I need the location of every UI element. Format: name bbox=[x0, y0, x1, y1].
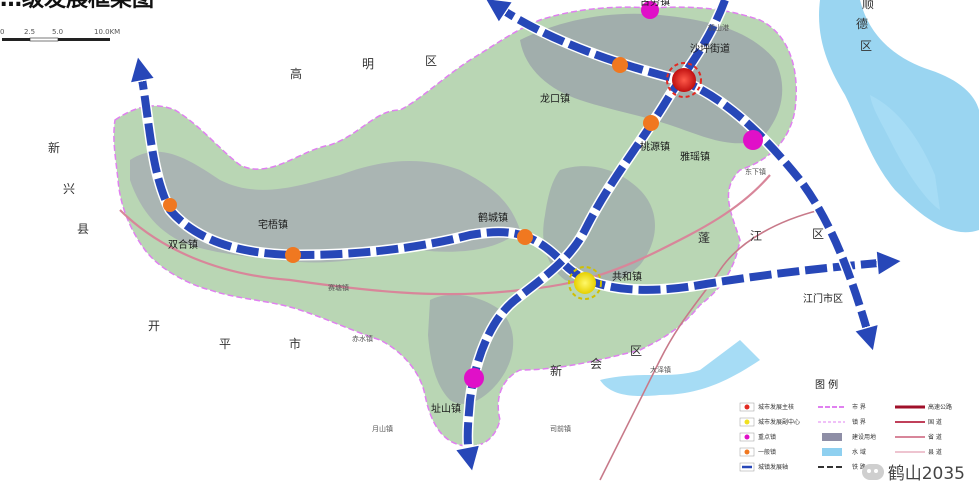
scale-tick-0: 0 bbox=[0, 28, 4, 36]
legend-county-road: 县 道 bbox=[928, 448, 942, 456]
legend-provincial-road: 省 道 bbox=[928, 433, 942, 441]
watermark: 鹤山2035 bbox=[861, 459, 965, 484]
legend-key-town: 重点镇 bbox=[758, 433, 776, 441]
region-shunde-2: 德 bbox=[856, 16, 868, 31]
legend-general-town: 一般镇 bbox=[758, 448, 776, 456]
general-town-marker-longkou bbox=[612, 57, 628, 73]
legend-built-land: 建设用地 bbox=[852, 433, 876, 441]
legend-town-boundary: 镇 界 bbox=[852, 418, 866, 426]
region-gaoming-2: 明 bbox=[362, 57, 374, 71]
region-pengjiang-1: 蓬 bbox=[698, 231, 710, 245]
region-xinhui-1: 新 bbox=[550, 363, 562, 378]
region-xinxing-1: 新 bbox=[48, 140, 60, 155]
map-stage: …级发展框架图 0 2.5 5.0 10.0KM 高 明 区 新 兴 县 开 bbox=[0, 0, 979, 494]
town-label-zhishan: 址山镇 bbox=[431, 402, 461, 415]
general-town-marker-shuanghe bbox=[163, 198, 177, 212]
town-label-baijiao: 赛塘镇 bbox=[328, 283, 349, 292]
legend-sub-center: 城市发展副中心 bbox=[758, 418, 800, 426]
general-town-marker-hecheng bbox=[517, 229, 533, 245]
town-label-longkou: 龙口镇 bbox=[540, 92, 570, 105]
town-label-yueshan: 月山镇 bbox=[372, 424, 393, 433]
scale-tick-2: 5.0 bbox=[52, 28, 63, 36]
region-xinxing-2: 兴 bbox=[63, 182, 75, 196]
legend-city-boundary: 市 界 bbox=[852, 403, 866, 411]
region-kaiping-3: 市 bbox=[289, 336, 301, 351]
region-shunde-3: 区 bbox=[860, 39, 872, 53]
region-xinhui-3: 区 bbox=[630, 344, 642, 358]
region-pengjiang-3: 区 bbox=[812, 227, 824, 241]
scale-tick-1: 2.5 bbox=[24, 28, 35, 36]
legend-main-core: 城市发展主核 bbox=[758, 403, 794, 411]
town-label-shuanghe: 双合镇 bbox=[168, 238, 198, 251]
town-label-hecheng: 鹤城镇 bbox=[478, 211, 508, 224]
wechat-icon bbox=[861, 463, 884, 480]
region-gaoming-3: 区 bbox=[425, 54, 437, 68]
region-kaiping-1: 开 bbox=[148, 319, 160, 333]
general-town-marker-zhaitan bbox=[285, 247, 301, 263]
legend-title: 图 例 bbox=[815, 378, 838, 391]
town-label-heshan-port: 鹤山港 bbox=[708, 23, 729, 32]
town-label-dongfeng: 东下镇 bbox=[745, 167, 766, 176]
town-label-chishui: 赤水镇 bbox=[352, 334, 373, 343]
legend-expressway: 高速公路 bbox=[928, 403, 952, 411]
planning-map: …级发展框架图 0 2.5 5.0 10.0KM 高 明 区 新 兴 县 开 bbox=[0, 0, 979, 491]
key-town-marker-zhishan bbox=[464, 368, 484, 388]
map-title: …级发展框架图 bbox=[0, 0, 154, 12]
town-label-gulao: 古劳镇 bbox=[640, 0, 670, 8]
region-xinxing-3: 县 bbox=[77, 222, 89, 236]
region-xinhui-2: 会 bbox=[590, 357, 602, 371]
town-label-dazhe: 大泽镇 bbox=[650, 365, 671, 374]
legend-axis: 城镇发展轴 bbox=[758, 463, 788, 471]
legend-national-road: 国 道 bbox=[928, 418, 942, 426]
key-town-marker-yayao bbox=[743, 130, 763, 150]
town-label-gonghe: 共和镇 bbox=[612, 270, 642, 283]
region-shunde-1: 顺 bbox=[862, 0, 874, 11]
river-water bbox=[819, 0, 979, 233]
town-label-shaping: 沙坪街道 bbox=[690, 42, 730, 55]
region-gaoming-1: 高 bbox=[290, 66, 302, 81]
scale-bar: 0 2.5 5.0 10.0KM bbox=[0, 28, 120, 42]
scale-tick-3: 10.0KM bbox=[94, 28, 120, 36]
general-town-marker-taoyuan bbox=[643, 115, 659, 131]
town-label-taoyuan: 桃源镇 bbox=[640, 140, 670, 153]
town-label-siqian: 司前镇 bbox=[550, 424, 571, 433]
region-pengjiang-2: 江 bbox=[750, 229, 762, 243]
region-kaiping-2: 平 bbox=[219, 337, 231, 351]
watermark-text: 鹤山2035 bbox=[887, 464, 965, 484]
town-label-zhaitan: 宅梧镇 bbox=[258, 218, 288, 231]
region-jiangmen: 江门市区 bbox=[803, 292, 843, 305]
legend-water: 水 域 bbox=[852, 448, 866, 456]
town-label-yayao: 雅瑶镇 bbox=[680, 150, 710, 163]
